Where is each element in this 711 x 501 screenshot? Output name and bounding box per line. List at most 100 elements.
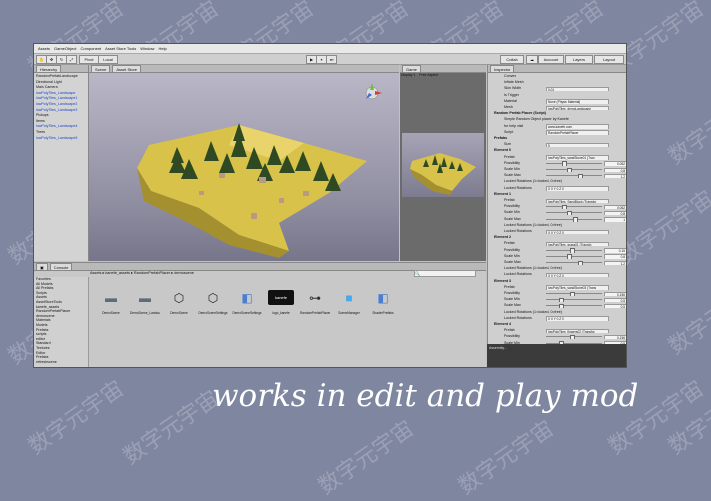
menu-item[interactable]: GameObject [54,46,76,51]
cloud-icon: ☁ [530,57,534,62]
inspector-field[interactable]: X 0 Y 0 Z 0 [546,316,609,321]
inspector-slider[interactable] [546,262,602,263]
slider-knob[interactable] [569,334,575,340]
inspector-value[interactable]: 0.8 [604,210,626,216]
slider-knob[interactable] [559,303,565,309]
asset-item[interactable]: ◧ DemoSceneSettings [232,290,262,330]
inspector-value[interactable]: 0.156 [604,291,626,296]
hierarchy-panel: Hierarchy RandomPrefabLandscape Direction… [34,65,89,261]
slider-knob[interactable] [567,167,573,172]
inspector-value[interactable]: 0.062 [604,161,626,166]
inspector-field[interactable]: lowPolyTiles_grass01 (Transfo [546,241,609,247]
slider-knob[interactable] [572,217,578,222]
asset-item[interactable]: ▬ DemoScene [96,290,126,330]
inspector-field[interactable]: X 0 Y 0 Z 0 [546,229,609,234]
inspector-row: Mesh lowPolyTiles_demoLandscape [488,105,626,110]
game-display-select[interactable]: Display 1 Free Aspect [401,73,438,77]
inspector-field[interactable]: lowPolyTiles_demoLandscape [546,105,609,110]
asset-item[interactable]: ⊶ RandomPrefabPlacer [300,290,330,330]
inspector-value[interactable]: 0.156 [604,334,626,340]
inspector-label: Locked Rotations [504,315,532,320]
project-tree-item[interactable]: refreshscene [34,360,88,365]
layout-dropdown[interactable]: Layout [594,55,624,64]
scene-gizmo[interactable] [365,83,382,100]
inspector-value[interactable]: 0.062 [604,204,626,210]
inspector-slider[interactable] [546,299,602,301]
inspector-label: Is Trigger [504,92,519,97]
inspector-slider[interactable] [546,255,602,257]
cloud-button[interactable]: ☁ [526,55,538,64]
asset-item[interactable]: ▬ DemoScene_Landscape [130,290,160,330]
project-search-input[interactable]: 🔍 [414,270,476,277]
layers-dropdown[interactable]: Layers [565,55,593,64]
inspector-slider[interactable] [546,305,602,307]
tab-asset-store[interactable]: Asset Store [112,65,142,72]
slider-knob[interactable] [569,291,575,296]
step-button[interactable]: ⏭ [326,55,337,64]
asset-item[interactable]: ⬡ DemoScene [164,290,194,330]
inspector-value[interactable]: 1 [604,217,626,222]
unity-scene-icon: ⬡ [207,290,219,305]
project-tree: Favorites All Models All Prefabs Scripts Ass… [34,277,89,367]
asset-item[interactable]: kanefe logo_kanefe [266,290,296,330]
inspector-field[interactable]: X 0 Y 0 Z 0 [546,186,609,191]
account-button[interactable]: Account [538,55,564,64]
inspector-slider[interactable] [546,212,602,214]
menu-item[interactable]: Asset Store Tools [105,46,136,51]
pivot-button[interactable]: Pivot [79,55,99,64]
inspector-field[interactable]: lowPolyTiles_sandStone01 (Tran [546,155,609,160]
hierarchy-item[interactable]: lowPolyTiles_Landscape5 [34,136,88,142]
inspector-field[interactable]: RandomPrefabPlacer [546,130,609,135]
inspector-field[interactable]: www.kanefe.com [546,124,609,129]
slider-knob[interactable] [561,161,567,166]
inspector-field[interactable]: X 0 Y 0 Z 0 [546,272,609,278]
inspector-field[interactable]: lowPolyTiles_flowers02 (Transfor [546,328,609,334]
asset-item[interactable]: ◧ ShaderPrefabs [368,290,398,330]
inspector-slider[interactable] [546,169,602,170]
menu-item[interactable]: Window [140,46,154,51]
collab-button[interactable]: Collab [500,55,524,64]
menu-item[interactable]: Help [158,46,166,51]
inspector-label: Random Prefab Placer (Script) [494,111,546,116]
inspector-value[interactable]: 0.15 [604,248,626,253]
inspector-value[interactable]: 0.8 [604,167,626,172]
slider-knob[interactable] [567,254,573,259]
inspector-value[interactable]: 0.5 [604,297,626,303]
inspector-value[interactable]: 1.2 [604,173,626,179]
inspector-field[interactable]: 5 [546,142,609,148]
tab-game[interactable]: Game [402,65,421,72]
slider-knob[interactable] [567,210,573,216]
slider-knob[interactable] [577,173,583,179]
scale-tool-button[interactable]: ⤢ [66,55,77,64]
inspector-label: Prefab [504,284,515,289]
slider-knob[interactable] [577,260,583,265]
inspector-value[interactable]: 0.8 [604,254,626,259]
tab-inspector[interactable]: Inspector [490,65,515,72]
slider-knob[interactable] [569,248,575,253]
local-button[interactable]: Local [98,55,118,64]
tab-project[interactable]: ▣ [36,263,48,270]
game-viewport[interactable] [402,133,484,197]
menu-item[interactable]: Assets [38,46,50,51]
inspector-slider[interactable] [546,162,602,164]
slider-knob[interactable] [559,297,565,303]
asset-item[interactable]: ■ SceneManager [334,290,364,330]
scene-viewport[interactable] [89,73,399,261]
inspector-slider[interactable] [546,206,602,208]
inspector-value[interactable]: 1.2 [604,260,626,265]
inspector-field[interactable]: lowPolyTiles_SandBlock (Transfor [546,198,609,203]
inspector-row: Size 5 [488,142,626,148]
inspector-slider[interactable] [546,175,602,177]
tab-scene[interactable]: Scene [91,65,111,72]
slider-knob[interactable] [561,204,567,210]
tab-hierarchy[interactable]: Hierarchy [36,65,62,72]
inspector-field[interactable]: 0.01 [546,86,609,92]
inspector-label: Prefabs [494,136,508,140]
inspector-field[interactable]: lowPolyTiles_sandStone03 (Trans [546,285,609,290]
asset-item[interactable]: ⬡ DemoSceneSettings [198,290,228,330]
inspector-label: Prefab [504,241,515,246]
menu-item[interactable]: Component [80,46,101,51]
inspector-field[interactable]: None (Physic Material) [546,99,609,104]
tab-console[interactable]: Console [49,263,73,270]
inspector-value[interactable]: 0.5 [604,303,626,309]
